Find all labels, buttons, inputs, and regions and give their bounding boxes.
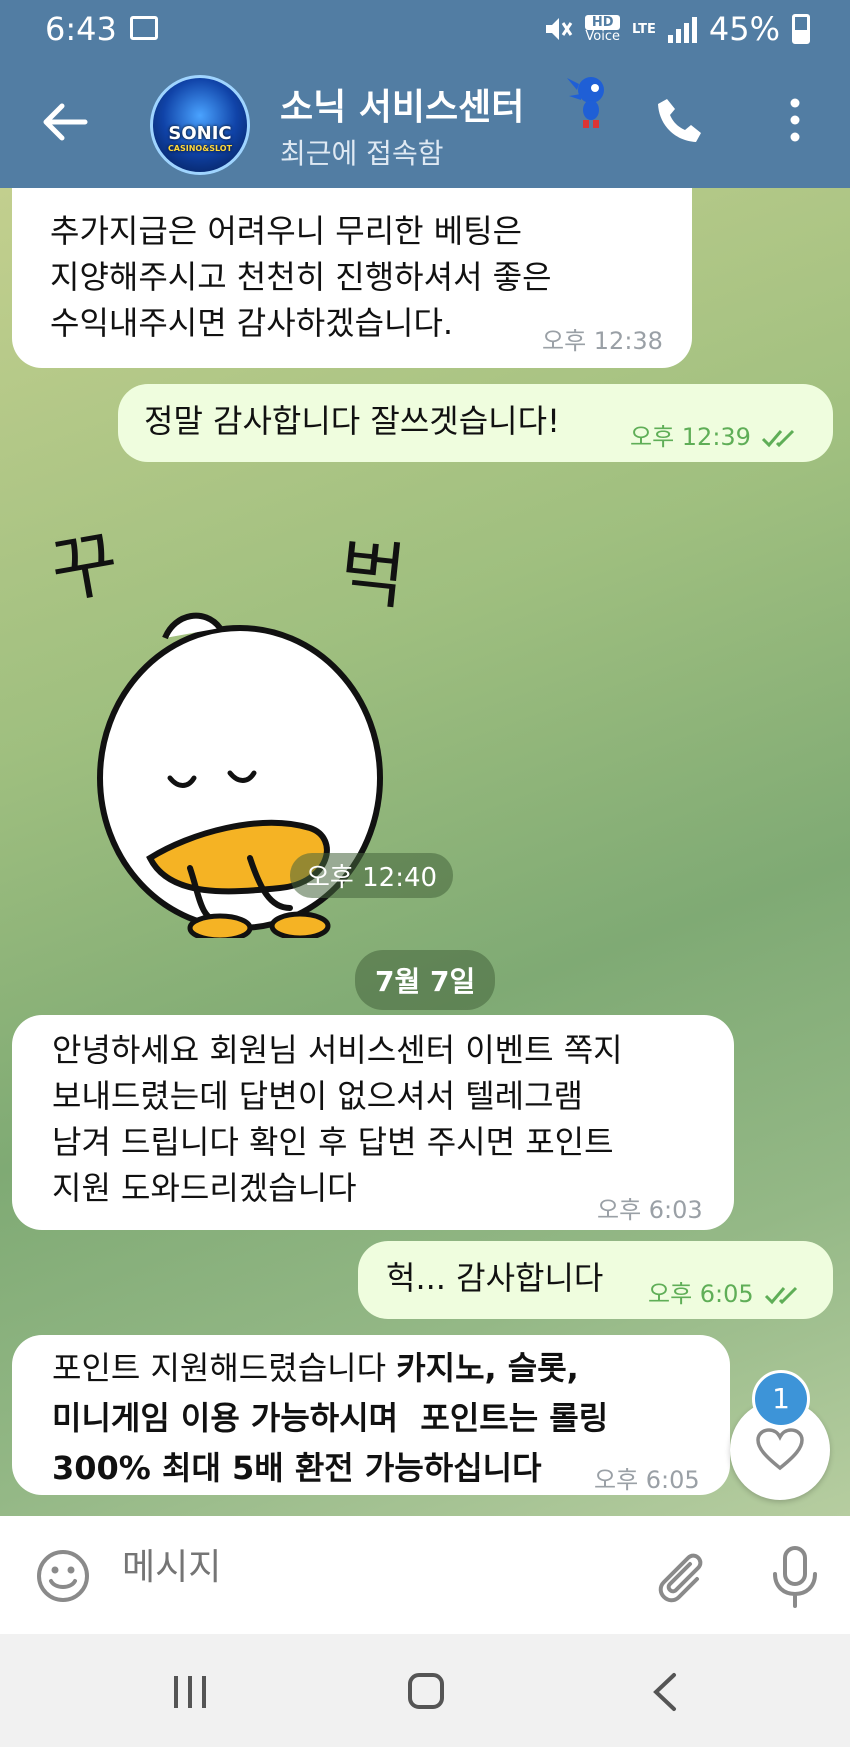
reaction-count-badge: 1 [752, 1370, 810, 1428]
message-bubble-outgoing[interactable]: 정말 감사합니다 잘쓰겟습니다! 오후 12:39 [118, 384, 833, 462]
mute-icon [546, 18, 573, 40]
hd-voice-badge: HD Voice [585, 15, 620, 44]
microphone-icon[interactable] [765, 1544, 825, 1608]
avatar[interactable]: SONIC CASINO&SLOT [150, 75, 250, 175]
message-bubble-incoming[interactable]: 포인트 지원해드렸습니다 카지노, 슬롯, 미니게임 이용 가능하시며 포인트는 … [12, 1335, 730, 1495]
message-text: 헉... 감사합니다 [386, 1259, 604, 1297]
sticker-time: 오후 12:40 [290, 853, 454, 898]
status-time: 6:43 [45, 10, 117, 48]
message-bubble-outgoing[interactable]: 헉... 감사합니다 오후 6:05 [358, 1241, 833, 1319]
heart-icon [756, 1428, 804, 1471]
read-double-check-icon [761, 429, 795, 448]
emoji-icon[interactable] [35, 1548, 91, 1604]
message-time: 오후 12:38 [542, 327, 663, 355]
battery-icon [792, 14, 810, 44]
home-icon[interactable] [407, 1672, 445, 1710]
message-time: 오후 6:03 [597, 1196, 703, 1224]
sonic-mascot-icon [567, 77, 604, 128]
status-bar: 6:43 HD Voice LTE 45% [0, 0, 850, 60]
sticker-text-right: 벅 [335, 529, 410, 619]
message-input[interactable] [120, 1546, 524, 1589]
signal-icon [667, 15, 697, 43]
more-options-icon[interactable] [780, 95, 810, 145]
chat-title[interactable]: 소닉 서비스센터 [280, 78, 524, 130]
message-time: 오후 12:39 [630, 414, 799, 460]
phone-call-icon[interactable] [655, 95, 705, 145]
sticker-text-left: 꾸 [45, 520, 125, 614]
system-nav-bar [0, 1634, 850, 1747]
date-separator: 7월 7일 [355, 950, 496, 1010]
message-text: 정말 감사합니다 잘쓰겟습니다! [144, 402, 560, 440]
gallery-notification-icon [130, 16, 158, 40]
last-seen-status: 최근에 접속함 [280, 137, 444, 170]
back-arrow-icon[interactable] [40, 100, 90, 145]
message-text: 포인트 지원해드렸습니다 카지노, 슬롯, 미니게임 이용 가능하시며 포인트는 … [52, 1349, 609, 1487]
paperclip-attach-icon[interactable] [650, 1546, 710, 1606]
message-time: 오후 6:05 [648, 1271, 802, 1317]
status-icons: HD Voice LTE 45% [543, 10, 810, 48]
chat-area[interactable]: 추가지급은 어려우니 무리한 베팅은 지양해주시고 천천히 진행하셔서 좋은 수… [0, 188, 850, 1516]
battery-percent: 45% [708, 10, 780, 48]
message-text: 안녕하세요 회원님 서비스센터 이벤트 쪽지 보내드렸는데 답변이 없으셔서 텔… [52, 1031, 623, 1207]
message-time: 오후 6:05 [594, 1466, 700, 1494]
read-double-check-icon [764, 1286, 797, 1305]
avatar-logo: SONIC CASINO&SLOT [167, 123, 233, 153]
lte-badge: LTE [631, 21, 656, 37]
chat-header: SONIC CASINO&SLOT 소닉 서비스센터 최근에 접속함 [0, 60, 850, 188]
nav-back-icon[interactable] [650, 1672, 680, 1712]
message-bubble-incoming[interactable]: 안녕하세요 회원님 서비스센터 이벤트 쪽지 보내드렸는데 답변이 없으셔서 텔… [12, 1015, 734, 1230]
message-text: 추가지급은 어려우니 무리한 베팅은 지양해주시고 천천히 진행하셔서 좋은 수… [50, 212, 552, 342]
recent-apps-icon[interactable] [170, 1674, 210, 1710]
message-composer [0, 1516, 850, 1634]
message-bubble-incoming[interactable]: 추가지급은 어려우니 무리한 베팅은 지양해주시고 천천히 진행하셔서 좋은 수… [12, 188, 692, 368]
